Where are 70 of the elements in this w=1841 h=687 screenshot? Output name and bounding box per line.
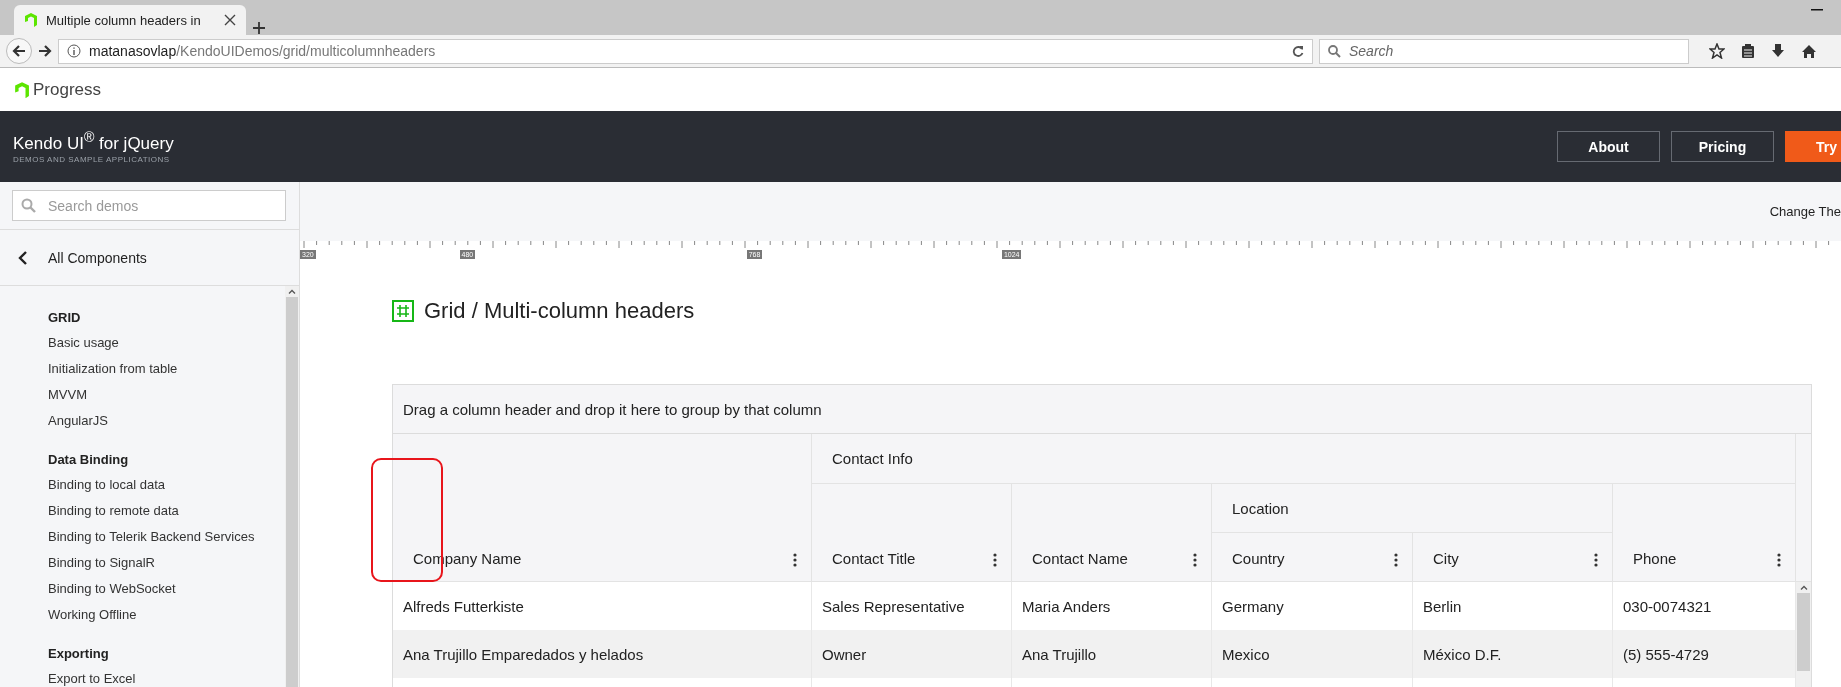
search-icon [21,198,36,213]
minimize-icon[interactable] [1811,8,1823,12]
sidebar-item[interactable]: MVVM [48,382,285,408]
home-icon[interactable] [1801,43,1817,59]
section-title: Exporting [48,645,110,663]
column-header[interactable]: Contact Title [812,484,1012,582]
caret-up-icon [288,289,296,294]
group-panel: Drag a column header and drop it here to group by that column [393,385,1811,434]
table-cell: Ana Trujillo Emparedados y helados [393,630,812,678]
search-icon [1328,44,1341,58]
column-header[interactable]: City [1413,533,1613,582]
sidebar-item[interactable]: Binding to remote data [48,498,285,524]
grid-icon [392,300,414,322]
chevron-left-icon[interactable] [18,250,28,265]
table-cell: México D.F. [1413,630,1613,678]
search-field[interactable]: Search demos [12,190,286,221]
table-cell: Ana Trujillo [1012,630,1212,678]
progress-logo-icon [24,12,38,28]
info-icon [67,44,81,58]
sidebar-item[interactable]: Binding to Telerik Backend Services [48,524,285,550]
column-header[interactable]: Location [1212,484,1613,533]
reload-icon[interactable] [1292,45,1304,57]
section-title: GRID [48,309,82,327]
kebab-menu-icon[interactable] [793,553,797,567]
sidebar-item[interactable]: Basic usage [48,330,285,356]
close-icon[interactable] [224,14,236,26]
sidebar-item[interactable]: AngularJS [48,408,285,434]
search-input[interactable]: Search demos [46,196,277,215]
sidebar-item[interactable]: Initialization from table [48,356,285,382]
product-tagline: DEMOS AND SAMPLE APPLICATIONS [13,155,171,165]
search-field[interactable]: Search [1319,38,1689,64]
kebab-menu-icon[interactable] [1777,553,1781,567]
star-icon[interactable] [1709,43,1725,59]
product-title: Kendo UI$^{®}$ for jQuery [13,128,174,154]
kebab-menu-icon[interactable] [1193,553,1197,567]
scrollbar[interactable] [285,286,299,687]
back-button[interactable] [6,38,32,64]
address-field[interactable]: matanasovlap/KendoUIDemos/grid/multicolumnheaders [58,38,1313,64]
theme-link[interactable]: Change The [1769,204,1841,219]
search-input[interactable]: Search [1347,42,1680,60]
nav-button[interactable]: Pricing [1671,131,1774,162]
kebab-menu-icon[interactable] [1394,553,1398,567]
sidebar-item[interactable]: Working Offline [48,602,285,628]
clipboard-list-icon[interactable] [1741,43,1755,59]
kebab-menu-icon[interactable] [993,553,997,567]
table-cell: Mexico [1212,630,1413,678]
kebab-menu-icon[interactable] [1594,553,1598,567]
page-title: Grid / Multi-column headers [424,298,695,324]
caret-up-icon [1799,585,1808,590]
sidebar-item[interactable]: Binding to SignalR [48,550,285,576]
back-arrow-icon [12,44,26,58]
nav-button[interactable]: About [1557,131,1660,162]
back-link[interactable]: All Components [48,249,147,266]
column-header[interactable]: Contact Info [812,434,1796,484]
column-header[interactable]: Country [1212,533,1413,582]
sidebar-item[interactable]: Binding to local data [48,472,285,498]
progress-logo-icon [14,81,30,98]
download-icon[interactable] [1771,43,1785,59]
logo-text: Progress [33,79,102,100]
sidebar-item[interactable]: Binding to WebSocket [48,576,285,602]
column-header[interactable]: Contact Name [1012,484,1212,582]
browser-tab[interactable]: Multiple column headers in [14,5,246,35]
new-tab-icon[interactable] [252,21,266,35]
column-header[interactable]: Phone [1613,484,1796,582]
url-text: matanasovlap/KendoUIDemos/grid/multicolumnheaders [89,43,437,59]
table-cell: (5) 555-4729 [1613,630,1796,678]
forward-arrow-icon[interactable] [38,44,52,58]
table-cell: Owner [812,630,1012,678]
section-title: Data Binding [48,451,130,469]
sidebar-item[interactable]: Export to Excel [48,666,285,687]
